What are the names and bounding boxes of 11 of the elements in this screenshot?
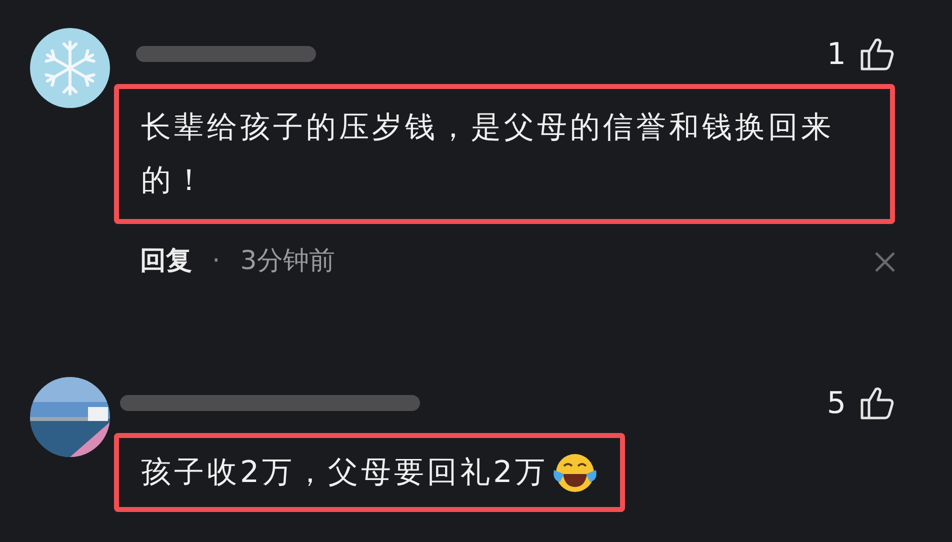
reply-button[interactable]: 回复 bbox=[140, 242, 192, 281]
like-count: 5 bbox=[826, 384, 846, 422]
comment-text: 孩子收2万，父母要回礼2万 bbox=[114, 433, 626, 512]
thumbs-up-icon[interactable] bbox=[860, 386, 896, 420]
like-count: 1 bbox=[826, 36, 846, 74]
laughing-crying-emoji-icon bbox=[552, 452, 598, 494]
separator-dot: · bbox=[212, 245, 220, 278]
timestamp: 3分钟前 bbox=[240, 245, 336, 278]
close-icon[interactable] bbox=[874, 250, 896, 272]
comment-text: 长辈给孩子的压岁钱，是父母的信誉和钱换回来的！ bbox=[114, 84, 895, 224]
thumbs-up-icon[interactable] bbox=[860, 37, 896, 71]
